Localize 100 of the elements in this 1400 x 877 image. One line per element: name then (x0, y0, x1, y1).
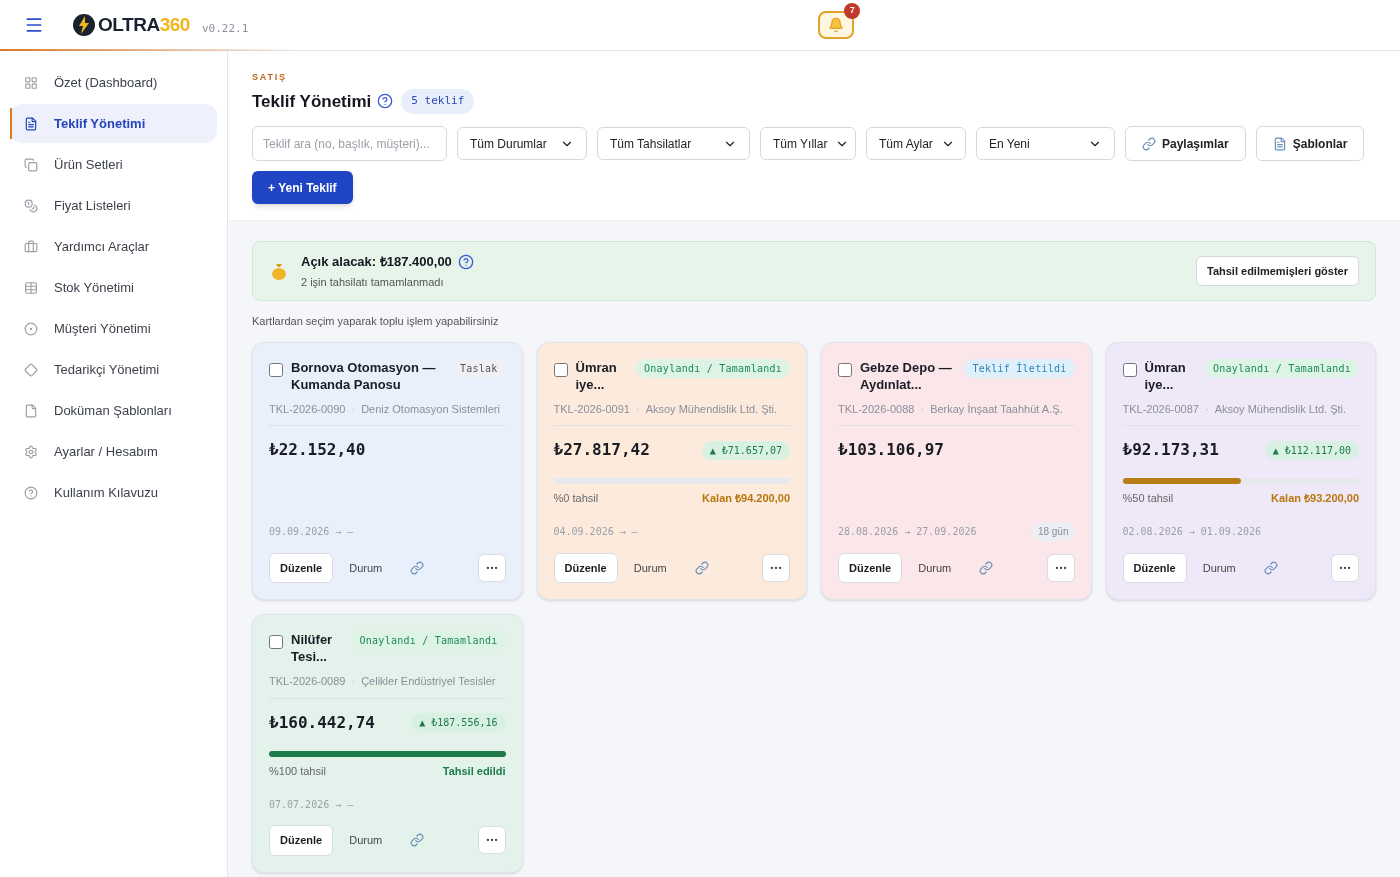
status-button[interactable]: Durum (918, 559, 952, 576)
link-icon[interactable] (694, 560, 709, 575)
remaining-amount: Kalan ₺93.200,00 (1271, 491, 1359, 506)
offer-title: Nilüfer Tesi... (291, 631, 334, 665)
table-icon (24, 280, 38, 295)
filter-dropdown[interactable]: Tüm Tahsilatlar (597, 127, 750, 160)
grid-icon (24, 75, 38, 90)
notification-count: 7 (844, 3, 861, 19)
file-icon (24, 403, 38, 418)
count-tag: 5 teklif (401, 89, 475, 114)
sidebar-item[interactable]: Teklif Yönetimi (10, 104, 217, 143)
edit-button[interactable]: Düzenle (269, 552, 334, 583)
separator-dot: · (351, 401, 356, 417)
notification-button[interactable] (818, 11, 855, 39)
circle-icon (24, 321, 38, 336)
help-icon[interactable] (377, 93, 394, 110)
sidebar-item[interactable]: Kullanım Kılavuzu (10, 473, 217, 512)
offer-amount: ₺92.173,31 (1122, 439, 1219, 461)
selection-hint: Kartlardan seçim yaparak toplu işlem yapabilirsiniz (252, 314, 499, 329)
collected-percent: %50 tahsil (1122, 491, 1174, 506)
collected-percent: %100 tahsil (269, 763, 326, 779)
edit-button[interactable]: Düzenle (1122, 552, 1187, 583)
link-icon[interactable] (410, 833, 425, 848)
edit-button[interactable]: Düzenle (838, 552, 903, 583)
offer-number: TKL-2026-0089 (269, 674, 346, 689)
offer-number: TKL-2026-0090 (269, 401, 346, 417)
sidebar-item[interactable]: Müşteri Yönetimi (10, 309, 217, 348)
filter-dropdown[interactable]: Tüm Yıllar (760, 127, 856, 160)
offer-number: TKL-2026-0088 (838, 401, 915, 417)
sidebar-item[interactable]: Ürün Setleri (10, 145, 217, 184)
sidebar-item[interactable]: Doküman Şablonları (10, 391, 217, 430)
link-icon[interactable] (410, 560, 425, 575)
link-icon[interactable] (1263, 560, 1278, 575)
customer-name: Çelikler Endüstriyel Tesisler (361, 674, 496, 689)
link-icon (1142, 136, 1156, 151)
profit-tag: ▲ ₺112.117,00 (1264, 440, 1359, 460)
document-icon (1272, 136, 1287, 151)
status-button[interactable]: Durum (349, 832, 383, 849)
sidebar-item[interactable]: Stok Yönetimi (10, 268, 217, 307)
link-icon[interactable] (979, 560, 994, 575)
templates-button[interactable]: Şablonlar (1255, 126, 1365, 161)
new-offer-button[interactable]: + Yeni Teklif (252, 171, 353, 204)
page-title: Teklif Yönetimi (252, 90, 372, 113)
offer-amount: ₺22.152,40 (269, 439, 366, 461)
offer-number: TKL-2026-0091 (553, 401, 630, 417)
select-checkbox[interactable] (838, 362, 852, 377)
date-range: 28.08.2026 → 27.09.2026 (838, 524, 977, 539)
remaining-amount: Kalan ₺94.200,00 (702, 491, 790, 506)
select-checkbox[interactable] (269, 362, 283, 377)
select-checkbox[interactable] (269, 635, 283, 649)
status-tag: Taslak (451, 358, 506, 378)
bell-icon (828, 17, 845, 33)
receivables-note: 2 işin tahsilatı tamamlanmadı (301, 274, 445, 290)
offer-amount: ₺160.442,74 (269, 711, 375, 734)
select-checkbox[interactable] (553, 362, 568, 377)
days-tag: 18 gün (1031, 521, 1075, 541)
status-button[interactable]: Durum (349, 559, 383, 576)
remaining-amount: Tahsil edildi (442, 763, 506, 779)
version-label: v0.22.1 (201, 20, 249, 37)
date-range: 04.09.2026 → — (553, 525, 638, 539)
gear-icon (24, 444, 38, 459)
show-unpaid-button[interactable]: Tahsil edilmemişleri göster (1196, 255, 1359, 287)
sidebar-item[interactable]: Özet (Dashboard) (10, 63, 217, 102)
customer-name: Aksoy Mühendislik Ltd. Şti. (1214, 401, 1347, 417)
status-tag: Teklif İletildi (964, 358, 1075, 378)
sidebar-item[interactable]: Fiyat Listeleri (10, 186, 217, 225)
question-icon (24, 485, 38, 500)
diamond-icon (24, 362, 38, 377)
offer-amount: ₺103.106,97 (838, 439, 944, 461)
search-field[interactable]: Teklif ara (no, başlık, müşteri)... (252, 126, 447, 161)
filter-dropdown[interactable]: Tüm Durumlar (457, 127, 587, 160)
sidebar-item[interactable]: Ayarlar / Hesabım (10, 432, 217, 471)
briefcase-icon (24, 239, 38, 254)
customer-name: Deniz Otomasyon Sistemleri (361, 401, 500, 417)
logo-icon (72, 13, 96, 37)
sidebar-item[interactable]: Tedarikçi Yönetimi (10, 350, 217, 389)
coins-icon (24, 198, 38, 213)
status-tag: Onaylandı / Tamamlandı (636, 358, 790, 378)
help-icon[interactable] (457, 253, 474, 270)
offer-number: TKL-2026-0087 (1122, 401, 1199, 417)
select-checkbox[interactable] (1122, 362, 1137, 377)
shares-button[interactable]: Paylaşımlar (1125, 126, 1246, 161)
status-button[interactable]: Durum (633, 559, 667, 576)
filter-dropdown[interactable]: En Yeni (976, 127, 1115, 160)
document-icon (24, 116, 38, 131)
sidebar-item[interactable]: Yardımcı Araçlar (10, 227, 217, 266)
menu-icon[interactable] (24, 15, 44, 35)
separator-dot: · (920, 401, 925, 417)
status-button[interactable]: Durum (1202, 559, 1236, 576)
edit-button[interactable]: Düzenle (269, 825, 334, 856)
offer-amount: ₺27.817,42 (553, 439, 650, 461)
receivables-amount: Açık alacak: ₺187.400,00 (301, 253, 452, 271)
logo-text: OLTRA360 (98, 12, 190, 37)
section-label: SATIŞ (252, 71, 287, 84)
offer-title: Ümran iye... (575, 358, 618, 393)
offer-title: Gebze Depo — Aydınlat... (860, 358, 953, 393)
copy-icon (24, 157, 38, 172)
edit-button[interactable]: Düzenle (553, 552, 618, 583)
filter-dropdown[interactable]: Tüm Aylar (866, 127, 966, 160)
offer-title: Ümran iye... (1144, 358, 1187, 393)
